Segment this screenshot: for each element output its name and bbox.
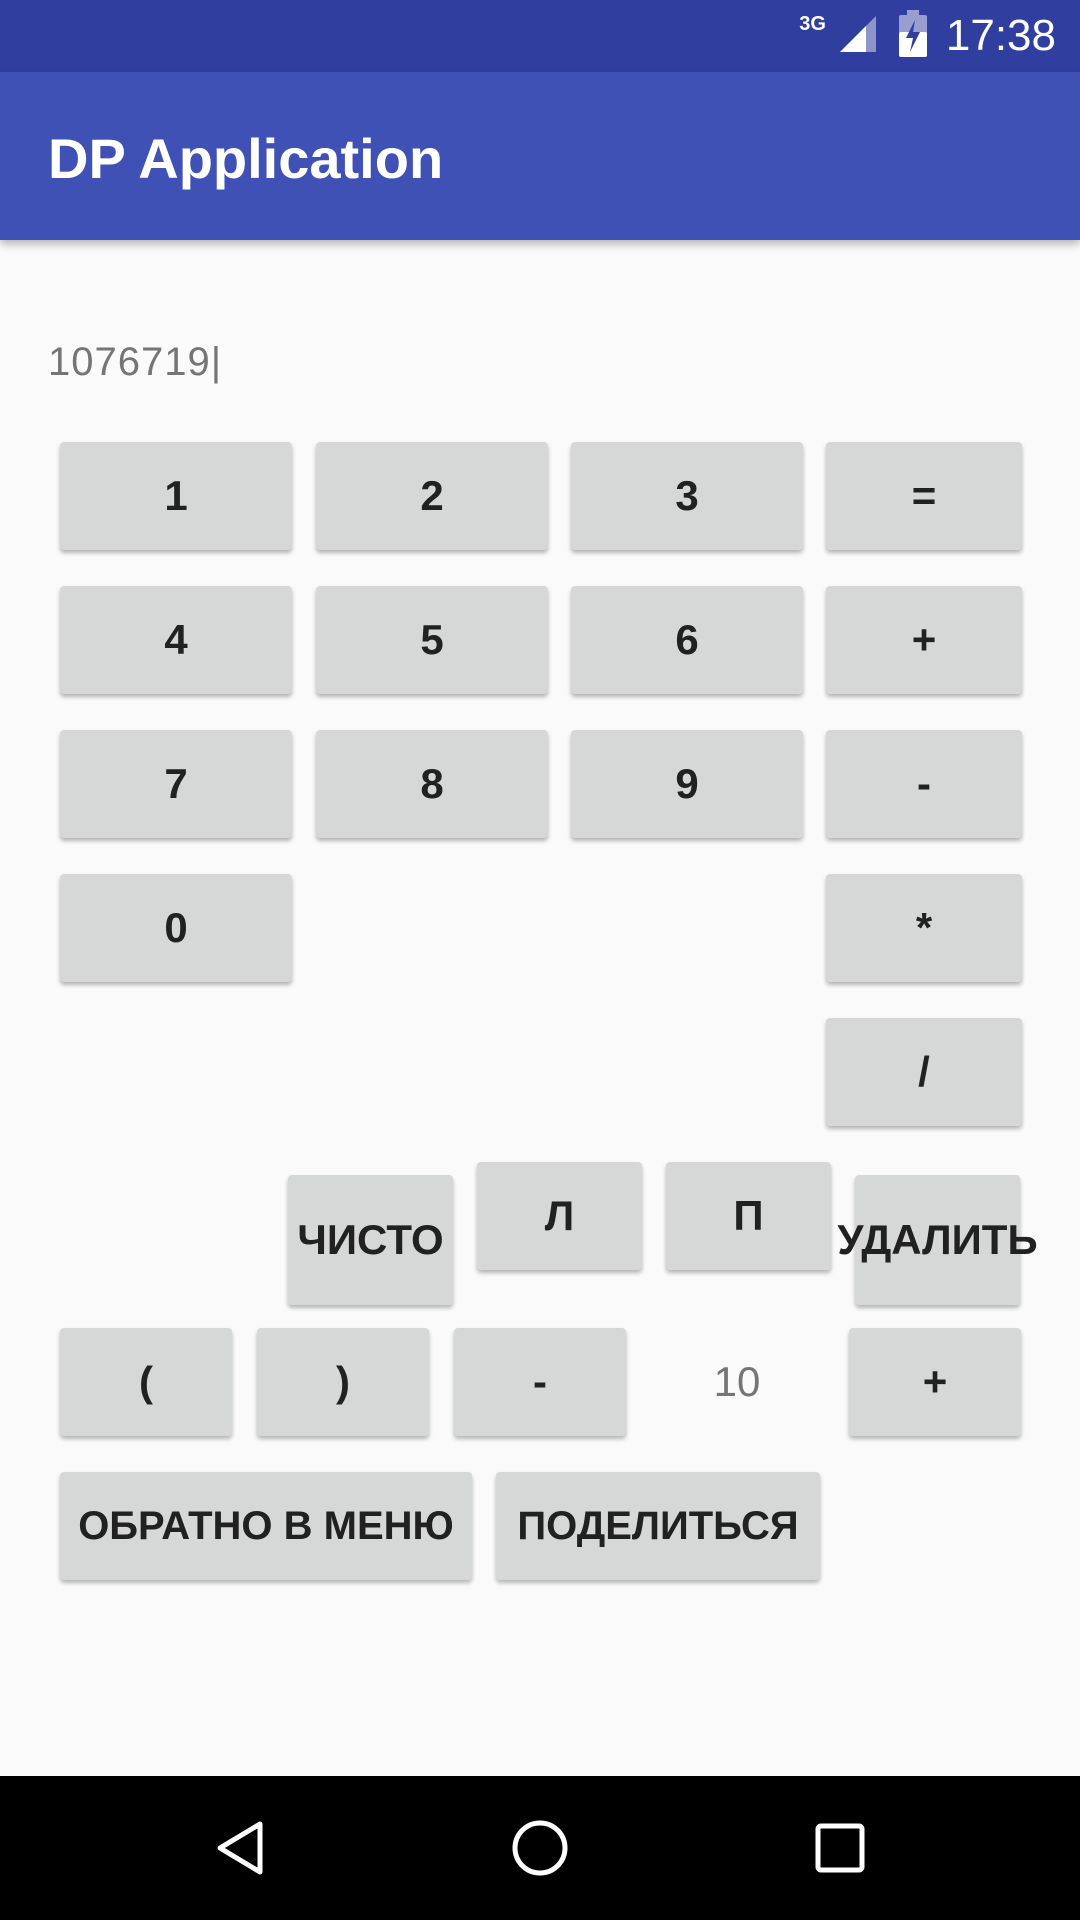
cursor-right-button[interactable]: П xyxy=(666,1162,831,1270)
minus-button[interactable]: - xyxy=(826,730,1022,838)
key-5-button[interactable]: 5 xyxy=(316,586,548,694)
key-6-button[interactable]: 6 xyxy=(571,586,803,694)
key-9-button[interactable]: 9 xyxy=(571,730,803,838)
key-4-button[interactable]: 4 xyxy=(60,586,292,694)
key-3-button[interactable]: 3 xyxy=(571,442,803,550)
network-type: 3G xyxy=(799,12,826,35)
expression-display[interactable]: 1076719| xyxy=(48,340,222,385)
share-button[interactable]: ПОДЕЛИТЬСЯ xyxy=(496,1472,820,1580)
clear-button[interactable]: ЧИСТО xyxy=(288,1175,453,1305)
close-paren-button[interactable]: ) xyxy=(257,1328,429,1436)
battery-icon xyxy=(898,9,928,63)
app-title: DP Application xyxy=(48,127,444,190)
key-7-button[interactable]: 7 xyxy=(60,730,292,838)
status-icons: 3G 17:38 xyxy=(791,0,1056,72)
back-to-menu-button[interactable]: ОБРАТНО В МЕНЮ xyxy=(60,1472,472,1580)
decrement-button[interactable]: - xyxy=(454,1328,626,1436)
key-8-button[interactable]: 8 xyxy=(316,730,548,838)
status-bar: 3G 17:38 xyxy=(0,0,1080,72)
clock: 17:38 xyxy=(945,11,1056,60)
app-bar: DP Application xyxy=(0,72,1080,240)
home-icon[interactable] xyxy=(480,1776,600,1920)
recents-icon[interactable] xyxy=(780,1776,900,1920)
increment-button[interactable]: + xyxy=(849,1328,1021,1436)
open-paren-button[interactable]: ( xyxy=(60,1328,232,1436)
key-2-button[interactable]: 2 xyxy=(316,442,548,550)
signal-icon xyxy=(836,12,880,61)
key-0-button[interactable]: 0 xyxy=(60,874,292,982)
plus-button[interactable]: + xyxy=(826,586,1022,694)
stepper-value-field[interactable]: 10 xyxy=(651,1328,823,1436)
navigation-bar xyxy=(0,1776,1080,1920)
equals-button[interactable]: = xyxy=(826,442,1022,550)
delete-button[interactable]: УДАЛИТЬ xyxy=(837,1175,1038,1305)
cursor-left-button[interactable]: Л xyxy=(477,1162,642,1270)
multiply-button[interactable]: * xyxy=(826,874,1022,982)
divide-button[interactable]: / xyxy=(826,1018,1022,1126)
key-1-button[interactable]: 1 xyxy=(60,442,292,550)
back-icon[interactable] xyxy=(180,1776,300,1920)
